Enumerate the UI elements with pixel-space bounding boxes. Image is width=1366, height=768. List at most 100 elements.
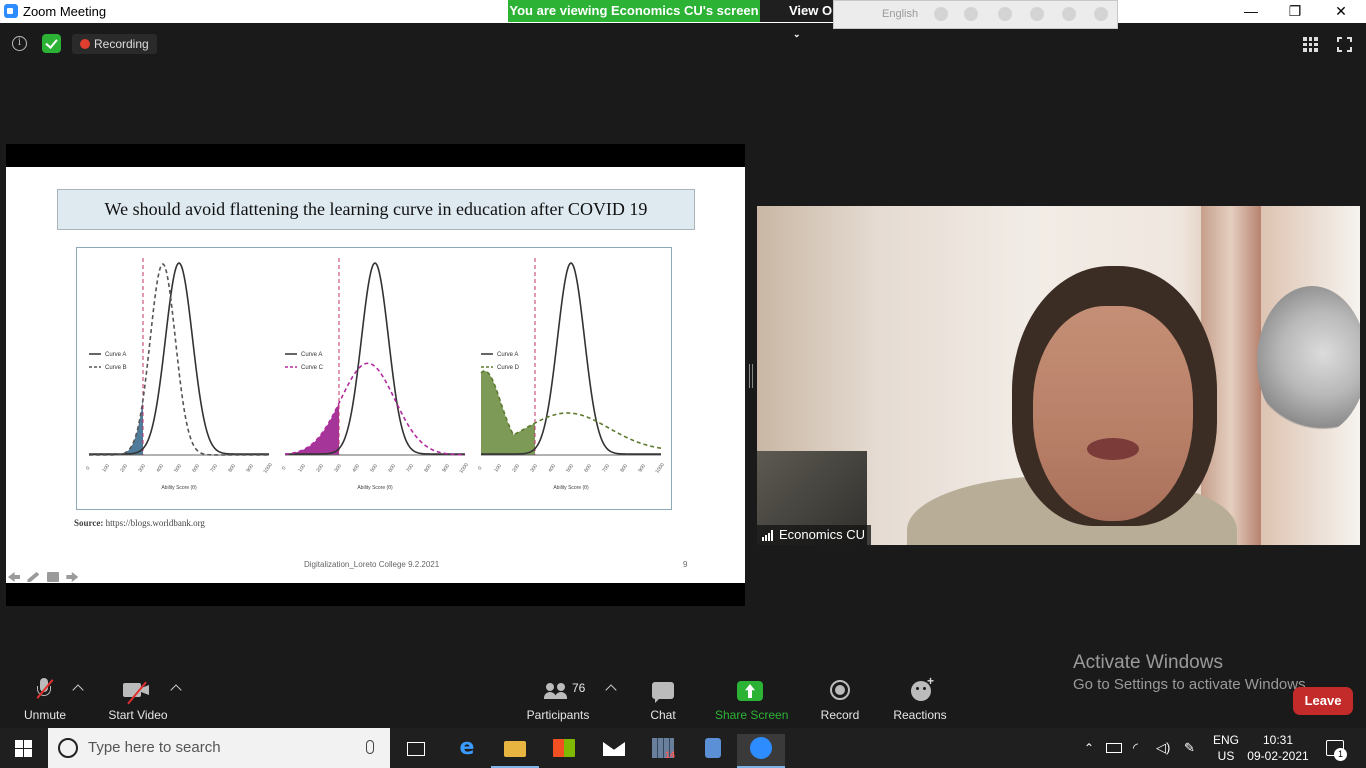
slide-title: We should avoid flattening the learning … — [57, 189, 695, 230]
participant-video-tile[interactable]: Economics CU — [757, 206, 1360, 545]
x-tick-label: 200 — [511, 463, 521, 473]
shaded-area-3 — [481, 370, 535, 455]
reactions-button[interactable]: Reactions — [890, 674, 950, 726]
curve-second-line-1 — [88, 263, 269, 456]
volume-icon[interactable]: ◁) — [1156, 741, 1170, 755]
store-bag-icon — [553, 739, 575, 757]
curve-a-line-1 — [89, 262, 269, 455]
microphone-icon[interactable] — [366, 740, 374, 754]
x-tick-label: 500 — [173, 463, 183, 473]
participants-caret-icon[interactable] — [605, 684, 617, 696]
zoom-taskbar-button[interactable] — [737, 734, 785, 768]
x-tick-label: 800 — [423, 463, 433, 473]
pen-workspace-icon[interactable]: ✎ — [1184, 741, 1198, 755]
taskbar-search-box[interactable]: Type here to search — [48, 728, 390, 768]
store-taskbar-button[interactable] — [540, 734, 588, 768]
video-options-caret-icon[interactable] — [170, 684, 182, 696]
minimize-button[interactable]: — — [1228, 0, 1274, 23]
audio-options-caret-icon[interactable] — [72, 684, 84, 696]
gear-icon[interactable] — [998, 7, 1012, 21]
participant-name: Economics CU — [779, 527, 865, 542]
pen-icon[interactable] — [27, 572, 40, 582]
notification-count-badge: 1 — [1334, 748, 1347, 761]
browser-icon[interactable] — [1030, 7, 1044, 21]
x-tick-label: 0 — [477, 465, 484, 471]
info-icon[interactable] — [1094, 7, 1108, 21]
unmute-label: Unmute — [23, 708, 67, 722]
x-tick-label: 1000 — [263, 462, 274, 475]
mail-taskbar-button[interactable] — [590, 734, 638, 768]
curve-a-line-2 — [285, 262, 465, 455]
show-hidden-icons-chevron-icon[interactable]: ⌃ — [1084, 741, 1098, 755]
battery-icon[interactable] — [1106, 743, 1122, 753]
x-tick-label: 700 — [405, 463, 415, 473]
next-slide-icon[interactable] — [66, 572, 79, 582]
taskbar-clock[interactable]: 10:31 09-02-2021 — [1246, 732, 1310, 764]
x-tick-label: 300 — [333, 463, 343, 473]
reactions-label: Reactions — [893, 708, 947, 722]
x-tick-label: 900 — [441, 463, 451, 473]
legend-label: Curve A — [497, 352, 518, 358]
calendar-taskbar-button[interactable]: 14 — [639, 734, 687, 768]
chat-button[interactable]: Chat — [639, 678, 687, 726]
help-icon[interactable] — [1062, 7, 1076, 21]
previous-slide-icon[interactable] — [8, 572, 20, 582]
recording-label: Recording — [94, 37, 149, 51]
close-button[interactable]: ✕ — [1318, 0, 1364, 23]
participants-button[interactable]: 76 Participants — [524, 678, 592, 726]
windows-start-icon[interactable] — [15, 740, 32, 757]
x-tick-label: 600 — [387, 463, 397, 473]
x-tick-label: 900 — [637, 463, 647, 473]
gallery-view-icon[interactable] — [1303, 37, 1318, 52]
legend-label: Curve A — [301, 352, 322, 358]
lang-region: US — [1217, 749, 1235, 763]
x-tick-label: 900 — [245, 463, 255, 473]
language-label: English — [882, 8, 919, 20]
learning-curve-charts: 0 100 200 300 400 500 600 700 800 900 1000 Ability … — [76, 247, 672, 510]
chat-icon — [652, 682, 674, 699]
chat-label: Chat — [650, 708, 676, 722]
panel-splitter-handle[interactable] — [749, 364, 753, 388]
wifi-icon[interactable]: ◜ — [1133, 741, 1147, 755]
share-screen-label: Share Screen — [715, 708, 789, 722]
slide-menu-icon[interactable] — [46, 572, 59, 582]
x-tick-label: 300 — [137, 463, 147, 473]
calendar-badge: 14 — [665, 750, 676, 760]
task-view-button[interactable] — [392, 734, 440, 768]
file-explorer-taskbar-button[interactable] — [491, 734, 539, 768]
participant-face — [1033, 306, 1193, 521]
viewing-screen-banner: You are viewing Economics CU's screen — [508, 0, 760, 22]
video-background-fan — [1257, 286, 1360, 436]
start-video-button[interactable]: Start Video — [105, 678, 171, 726]
leave-button[interactable]: Leave — [1293, 687, 1353, 715]
keyboard-icon[interactable] — [934, 7, 948, 21]
source-url: https://blogs.worldbank.org — [105, 518, 205, 528]
record-button[interactable]: Record — [816, 678, 864, 726]
meeting-top-bar: i Recording — [0, 23, 1366, 63]
recording-indicator[interactable]: Recording — [72, 34, 157, 54]
x-tick-label: 600 — [583, 463, 593, 473]
x-tick-label: 800 — [619, 463, 629, 473]
x-tick-label: 100 — [297, 463, 307, 473]
fullscreen-icon[interactable] — [1337, 37, 1352, 52]
meeting-app-taskbar-button[interactable] — [688, 734, 736, 768]
participant-name-tag: Economics CU — [757, 525, 871, 545]
participants-icon — [544, 683, 570, 699]
title-bar: Zoom Meeting You are viewing Economics C… — [0, 0, 1366, 39]
share-screen-button[interactable]: Share Screen — [715, 678, 789, 726]
record-dot-icon — [80, 39, 90, 49]
edge-browser-icon: e — [459, 735, 475, 760]
input-language-indicator[interactable]: ENG US — [1213, 732, 1239, 764]
shared-screen[interactable]: We should avoid flattening the learning … — [6, 144, 745, 606]
x-axis-label: Ability Score (θ) — [161, 485, 197, 491]
tool-icon[interactable] — [964, 7, 978, 21]
restore-button[interactable]: ❐ — [1272, 0, 1318, 23]
edge-taskbar-button[interactable]: e — [443, 734, 491, 768]
unmute-button[interactable]: Unmute — [18, 678, 72, 726]
slide-navigation — [8, 569, 81, 582]
activate-title: Activate Windows — [1073, 652, 1223, 673]
charts-svg: 0 100 200 300 400 500 600 700 800 900 1000Ability … — [85, 258, 666, 491]
security-shield-icon[interactable] — [42, 34, 61, 53]
meeting-info-icon[interactable]: i — [12, 36, 27, 51]
x-tick-label: 500 — [565, 463, 575, 473]
